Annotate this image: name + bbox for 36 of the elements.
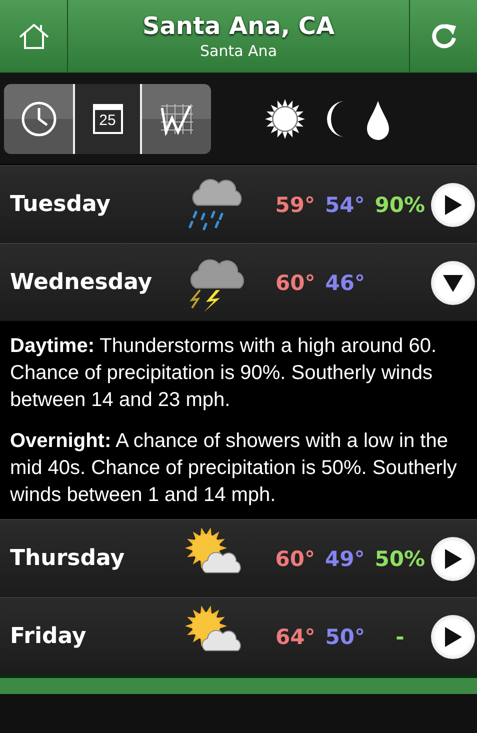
expand-button[interactable]: [431, 536, 475, 580]
low-temperature: 49°: [325, 546, 365, 570]
high-temperature: 60°: [275, 546, 315, 570]
low-temperature: 46°: [325, 270, 365, 294]
sun-icon: [263, 96, 307, 140]
day-name: Friday: [9, 624, 88, 649]
high-temperature: 60°: [276, 270, 316, 294]
location-subtitle: Santa Ana: [200, 42, 278, 60]
precipitation-chance: -: [394, 624, 406, 648]
window-title: Santa Ana, CA: [142, 12, 335, 40]
collapse-button[interactable]: [431, 260, 475, 304]
triangle-right-icon: [442, 192, 464, 216]
low-temperature: 50°: [325, 624, 365, 648]
day-name: Tuesday: [9, 192, 112, 217]
high-temperature: 64°: [276, 624, 316, 648]
day-row[interactable]: Wednesday 60° 46°: [0, 243, 477, 321]
triangle-right-icon: [442, 546, 464, 570]
precipitation-chance: 90%: [374, 192, 425, 216]
triangle-right-icon: [442, 624, 464, 648]
expand-button[interactable]: [431, 614, 475, 658]
forecast-paragraph: Daytime: Thunderstorms with a high around 60. Chance of precipitation is 90%. Southerly winds between 14 and 23 mph.: [10, 334, 438, 413]
day-row[interactable]: Tuesday 59° 54° 90%: [0, 165, 477, 243]
day-row[interactable]: Thursday 60° 49° 50%: [0, 519, 477, 597]
precipitation-chance: 50%: [374, 546, 425, 570]
day-name: Wednesday: [9, 270, 154, 295]
high-temperature: 59°: [275, 192, 315, 216]
expand-button[interactable]: [431, 182, 475, 226]
refresh-icon: [430, 22, 458, 50]
low-temperature: 54°: [325, 192, 365, 216]
clock-icon: [20, 100, 56, 136]
day-row[interactable]: Friday 64° 50° -: [0, 597, 477, 675]
daily-tab[interactable]: 25: [73, 84, 142, 154]
home-icon: [18, 22, 50, 50]
line-chart-icon: [158, 102, 194, 136]
day-name: Thursday: [9, 546, 126, 571]
forecast-paragraph: Overnight: A chance of showers with a low in the mid 40s. Chance of precipitation is 50%. Southerly winds between 1 and 14 mph.: [10, 429, 458, 508]
